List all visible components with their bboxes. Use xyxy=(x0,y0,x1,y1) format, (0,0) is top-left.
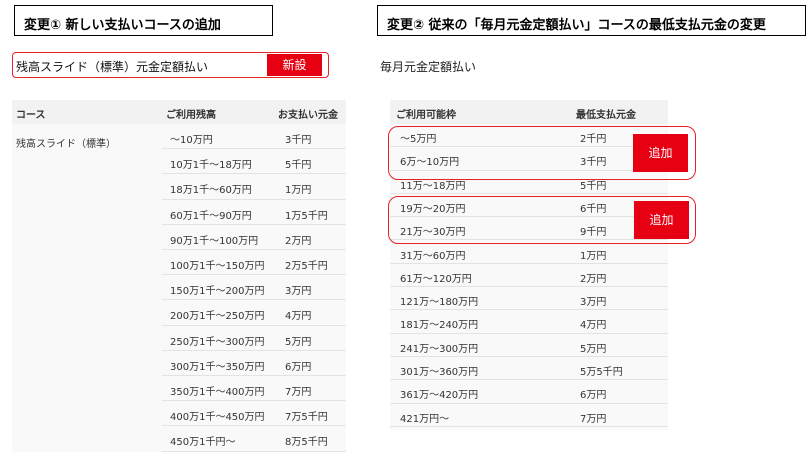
limit-cell: 361万～420万円 xyxy=(400,390,479,402)
payment-cell: 1万円 xyxy=(285,185,312,197)
row-divider xyxy=(162,450,346,452)
payment-cell: 5万円 xyxy=(285,336,312,348)
col-min-payment: 最低支払元金 xyxy=(576,110,636,121)
payment-cell: 7万円 xyxy=(285,387,312,398)
payment-cell: 2万円 xyxy=(285,235,312,247)
left-table-body: 残高スライド（標準） ～10万円 3千円 10万1千～18万円 5千円 18万1千～60… xyxy=(12,124,346,452)
min-payment-cell: 5万5千円 xyxy=(580,367,623,378)
limit-cell: 31万～60万円 xyxy=(400,250,466,262)
balance-cell: 90万1千～100万円 xyxy=(170,235,259,247)
payment-cell: 3万円 xyxy=(285,286,312,298)
left-table-row: 18万1千～60万円 1万円 xyxy=(12,174,346,200)
balance-cell: 450万1千円～ xyxy=(170,437,236,449)
limit-cell: 421万円～ xyxy=(400,413,450,425)
balance-cell: 18万1千～60万円 xyxy=(170,185,252,197)
min-payment-cell: 1万円 xyxy=(580,250,607,262)
balance-cell: 400万1千～450万円 xyxy=(170,412,265,424)
col-payment: お支払い元金 xyxy=(278,110,338,121)
limit-cell: 301万～360万円 xyxy=(400,367,479,378)
left-table-row: 300万1千～350万円 6万円 xyxy=(12,351,346,376)
left-table-row: 200万1千～250万円 4万円 xyxy=(12,300,346,326)
left-table-header: コース ご利用残高 お支払い元金 xyxy=(12,100,346,124)
new-button[interactable]: 新設 xyxy=(267,54,322,76)
left-table-row: 150万1千～200万円 3万円 xyxy=(12,275,346,301)
right-table-row: 421万円～ 7万円 xyxy=(390,404,668,427)
left-table-row: 250万1千～300万円 5万円 xyxy=(12,326,346,351)
right-table-row: 361万～420万円 6万円 xyxy=(390,380,668,404)
right-table-row: 121万～180万円 3万円 xyxy=(390,287,668,311)
new-course-highlight: 残高スライド（標準）元金定額払い 新設 xyxy=(12,52,329,78)
min-payment-cell: 5万円 xyxy=(580,343,607,355)
left-table: コース ご利用残高 お支払い元金 残高スライド（標準） ～10万円 3千円 10万1… xyxy=(12,100,346,452)
balance-cell: 250万1千～300万円 xyxy=(170,336,265,348)
left-table-row: 60万1千～90万円 1万5千円 xyxy=(12,200,346,225)
balance-cell: 10万1千～18万円 xyxy=(170,160,252,172)
col-limit: ご利用可能枠 xyxy=(396,110,456,121)
payment-cell: 6万円 xyxy=(285,361,312,373)
limit-cell: 121万～180万円 xyxy=(400,297,479,309)
add-button-1[interactable]: 追加 xyxy=(633,134,688,172)
left-table-row: 350万1千～400万円 7万円 xyxy=(12,376,346,402)
right-table-row: 241万～300万円 5万円 xyxy=(390,334,668,357)
limit-cell: 61万～120万円 xyxy=(400,273,472,285)
min-payment-cell: 2万円 xyxy=(580,273,607,285)
col-balance: ご利用残高 xyxy=(166,110,216,121)
payment-cell: 5千円 xyxy=(285,160,312,172)
min-payment-cell: 4万円 xyxy=(580,320,607,332)
limit-cell: 241万～300万円 xyxy=(400,343,479,355)
min-payment-cell: 6万円 xyxy=(580,390,607,402)
left-table-row: 400万1千～450万円 7万5千円 xyxy=(12,401,346,427)
left-heading: 変更① 新しい支払いコースの追加 xyxy=(14,5,273,36)
left-table-row: 90万1千～100万円 2万円 xyxy=(12,225,346,250)
payment-cell: 7万5千円 xyxy=(285,412,328,424)
balance-cell: ～10万円 xyxy=(170,135,213,146)
col-course: コース xyxy=(16,110,46,121)
right-table-row: 181万～240万円 4万円 xyxy=(390,310,668,334)
balance-cell: 100万1千～150万円 xyxy=(170,261,265,272)
left-table-row: ～10万円 3千円 xyxy=(12,124,346,150)
add-button-2[interactable]: 追加 xyxy=(634,201,689,239)
balance-cell: 150万1千～200万円 xyxy=(170,286,265,298)
right-heading: 変更② 従来の「毎月元金定額払い」コースの最低支払元金の変更 xyxy=(377,5,806,36)
payment-cell: 2万5千円 xyxy=(285,261,328,272)
balance-cell: 60万1千～90万円 xyxy=(170,210,252,222)
right-course-label: 毎月元金定額払い xyxy=(380,60,477,74)
balance-cell: 350万1千～400万円 xyxy=(170,387,265,398)
left-table-row: 100万1千～150万円 2万5千円 xyxy=(12,250,346,276)
right-table-row: 301万～360万円 5万5千円 xyxy=(390,357,668,381)
new-course-label: 残高スライド（標準）元金定額払い xyxy=(16,60,209,74)
left-table-row: 10万1千～18万円 5千円 xyxy=(12,149,346,175)
payment-cell: 1万5千円 xyxy=(285,210,328,222)
min-payment-cell: 3万円 xyxy=(580,297,607,309)
right-table-row: 61万～120万円 2万円 xyxy=(390,264,668,288)
min-payment-cell: 7万円 xyxy=(580,413,607,425)
balance-cell: 300万1千～350万円 xyxy=(170,361,265,373)
payment-cell: 3千円 xyxy=(285,135,312,146)
limit-cell: 181万～240万円 xyxy=(400,320,479,332)
balance-cell: 200万1千～250万円 xyxy=(170,311,265,323)
left-table-row: 450万1千円～ 8万5千円 xyxy=(12,426,346,452)
payment-cell: 4万円 xyxy=(285,311,312,323)
row-divider xyxy=(390,425,668,427)
right-table-header: ご利用可能枠 最低支払元金 xyxy=(390,100,668,124)
payment-cell: 8万5千円 xyxy=(285,437,328,449)
